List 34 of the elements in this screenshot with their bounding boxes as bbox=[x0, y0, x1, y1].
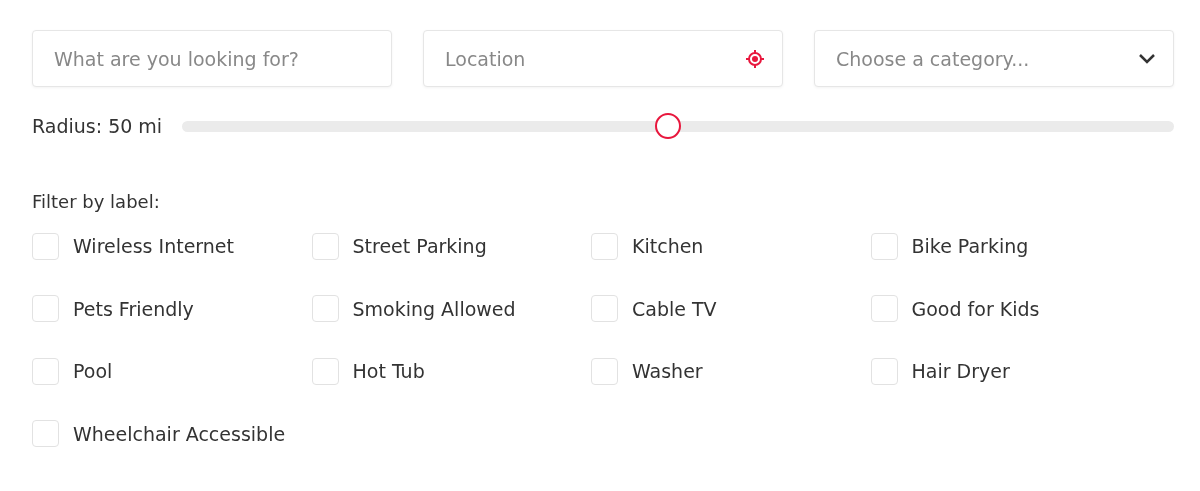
checkbox[interactable] bbox=[870, 232, 898, 260]
checkbox-label: Pets Friendly bbox=[73, 296, 194, 322]
checkbox[interactable] bbox=[591, 232, 618, 260]
checkbox-label: Washer bbox=[632, 359, 703, 384]
category-select[interactable]: Choose a category... bbox=[814, 30, 1174, 87]
checkbox[interactable] bbox=[32, 295, 59, 323]
checkbox[interactable] bbox=[870, 295, 898, 323]
filter-title: Filter by label: bbox=[32, 190, 161, 214]
checkbox-label: Bike Parking bbox=[911, 234, 1029, 259]
checkbox[interactable] bbox=[311, 232, 339, 260]
target-icon[interactable] bbox=[745, 48, 765, 69]
search-field[interactable]: What are you looking for? bbox=[32, 30, 392, 87]
checkbox[interactable] bbox=[591, 295, 618, 323]
chevron-down-icon bbox=[1138, 52, 1156, 65]
checkbox-label: Wireless Internet bbox=[73, 234, 234, 259]
checkbox[interactable] bbox=[591, 357, 618, 385]
radius-label: Radius: 50 mi bbox=[32, 113, 163, 139]
checkbox[interactable] bbox=[32, 357, 59, 385]
checkbox[interactable] bbox=[870, 357, 898, 385]
checkbox[interactable] bbox=[311, 295, 339, 323]
checkbox-label: Smoking Allowed bbox=[352, 296, 516, 322]
checkbox-label: Kitchen bbox=[632, 234, 704, 259]
slider-thumb[interactable] bbox=[655, 113, 682, 139]
checkbox-label: Street Parking bbox=[352, 234, 487, 259]
checkbox-label: Good for Kids bbox=[911, 296, 1040, 322]
location-field[interactable]: Location bbox=[423, 30, 783, 87]
checkbox-label: Hot Tub bbox=[352, 359, 425, 384]
checkbox-label: Wheelchair Accessible bbox=[73, 421, 286, 447]
checkbox[interactable] bbox=[311, 357, 339, 385]
checkbox-label: Pool bbox=[73, 359, 113, 384]
checkbox-label: Hair Dryer bbox=[911, 359, 1010, 384]
checkbox[interactable] bbox=[32, 420, 59, 448]
checkbox-label: Cable TV bbox=[632, 296, 717, 322]
checkbox[interactable] bbox=[32, 232, 59, 260]
